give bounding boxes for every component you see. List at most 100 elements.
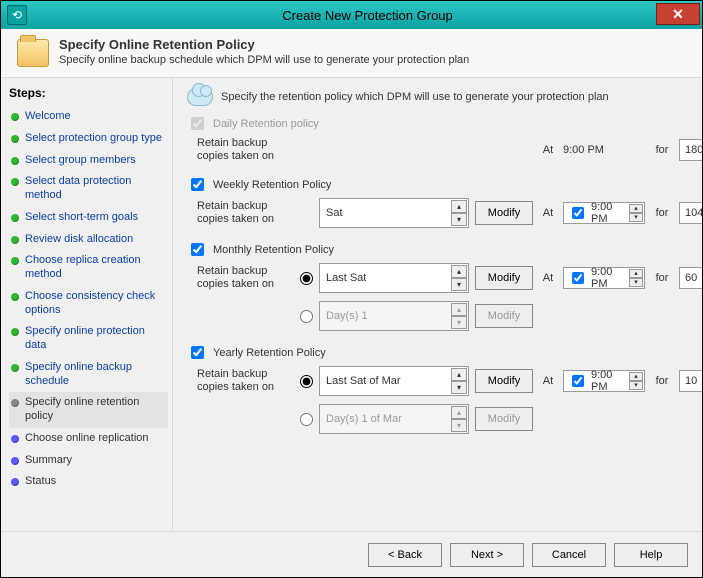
chevron-up-icon[interactable]: ▴ <box>451 303 467 316</box>
step-label: Choose online replication <box>25 432 166 446</box>
step-dot-icon <box>11 178 19 186</box>
chevron-down-icon[interactable]: ▾ <box>629 278 643 287</box>
step-dot-icon <box>11 113 19 121</box>
step-dot-icon <box>11 214 19 222</box>
yearly-opt2-modify-button: Modify <box>475 407 533 431</box>
folder-icon <box>17 39 49 67</box>
step-dot-icon <box>11 457 19 465</box>
monthly-opt2-radio[interactable] <box>300 310 313 323</box>
step-label: Specify online backup schedule <box>25 361 166 389</box>
step-item[interactable]: Specify online protection data <box>9 321 168 357</box>
step-dot-icon <box>11 157 19 165</box>
weekly-label: Weekly Retention Policy <box>213 179 331 191</box>
chevron-down-icon[interactable]: ▾ <box>629 381 643 390</box>
weekly-modify-button[interactable]: Modify <box>475 201 533 225</box>
yearly-retain-label: Retain backup copies taken on <box>197 368 289 394</box>
monthly-value-input[interactable]: 60 ▴▾ <box>679 267 702 289</box>
yearly-opt1-list[interactable]: Last Sat of Mar ▴▾ <box>319 366 469 396</box>
monthly-opt2-list[interactable]: Day(s) 1 ▴▾ <box>319 301 469 331</box>
step-item[interactable]: Select data protection method <box>9 171 168 207</box>
wizard-footer: < Back Next > Cancel Help <box>1 531 702 577</box>
yearly-opt1-modify-button[interactable]: Modify <box>475 369 533 393</box>
yearly-value-input[interactable]: 10 ▴▾ <box>679 370 702 392</box>
chevron-down-icon[interactable]: ▾ <box>451 316 467 329</box>
steps-heading: Steps: <box>9 86 168 100</box>
chevron-up-icon[interactable]: ▴ <box>451 265 467 278</box>
step-item[interactable]: Summary <box>9 450 168 472</box>
monthly-section: Monthly Retention Policy Retain backup c… <box>187 240 688 331</box>
step-item[interactable]: Select group members <box>9 150 168 172</box>
next-button[interactable]: Next > <box>450 543 524 567</box>
step-label: Specify online protection data <box>25 325 166 353</box>
chevron-up-icon[interactable]: ▴ <box>451 406 467 419</box>
monthly-opt2-modify-button: Modify <box>475 304 533 328</box>
monthly-opt1-list[interactable]: Last Sat ▴▾ <box>319 263 469 293</box>
weekly-checkbox[interactable] <box>191 178 204 191</box>
step-item[interactable]: Review disk allocation <box>9 229 168 251</box>
yearly-label: Yearly Retention Policy <box>213 347 326 359</box>
content-area: Specify the retention policy which DPM w… <box>173 78 702 531</box>
monthly-at-label: At <box>539 272 557 284</box>
yearly-checkbox[interactable] <box>191 346 204 359</box>
weekly-value-input[interactable]: 104 ▴▾ <box>679 202 702 224</box>
close-button[interactable]: ✕ <box>656 3 700 25</box>
weekly-section: Weekly Retention Policy Retain backup co… <box>187 175 688 228</box>
weekly-time-input[interactable]: 9:00 PM ▴▾ <box>563 202 645 224</box>
yearly-opt1-radio[interactable] <box>300 375 313 388</box>
step-label: Choose consistency check options <box>25 290 166 318</box>
chevron-down-icon[interactable]: ▾ <box>451 381 467 394</box>
monthly-opt1-modify-button[interactable]: Modify <box>475 266 533 290</box>
chevron-up-icon[interactable]: ▴ <box>451 200 467 213</box>
step-item[interactable]: Choose consistency check options <box>9 286 168 322</box>
chevron-down-icon[interactable]: ▾ <box>629 213 643 222</box>
yearly-opt2-list[interactable]: Day(s) 1 of Mar ▴▾ <box>319 404 469 434</box>
titlebar: ⟲ Create New Protection Group ✕ <box>1 1 702 29</box>
chevron-up-icon[interactable]: ▴ <box>451 368 467 381</box>
step-item[interactable]: Choose replica creation method <box>9 250 168 286</box>
step-label: Review disk allocation <box>25 233 166 247</box>
monthly-check-row: Monthly Retention Policy <box>187 240 688 259</box>
daily-value-input[interactable]: 180 ▴▾ <box>679 139 702 161</box>
step-item[interactable]: Choose online replication <box>9 428 168 450</box>
app-icon: ⟲ <box>7 5 27 25</box>
chevron-down-icon[interactable]: ▾ <box>451 213 467 226</box>
chevron-down-icon[interactable]: ▾ <box>451 419 467 432</box>
weekly-at-label: At <box>539 207 557 219</box>
monthly-checkbox[interactable] <box>191 243 204 256</box>
daily-time: 9:00 PM <box>563 139 645 161</box>
yearly-time-input[interactable]: 9:00 PM ▴▾ <box>563 370 645 392</box>
monthly-time-input[interactable]: 9:00 PM ▴▾ <box>563 267 645 289</box>
step-dot-icon <box>11 435 19 443</box>
help-button[interactable]: Help <box>614 543 688 567</box>
step-item[interactable]: Select short-term goals <box>9 207 168 229</box>
chevron-up-icon[interactable]: ▴ <box>629 204 643 213</box>
monthly-time-checkbox[interactable] <box>572 272 584 284</box>
chevron-down-icon[interactable]: ▾ <box>451 278 467 291</box>
weekly-time-checkbox[interactable] <box>572 207 584 219</box>
chevron-up-icon[interactable]: ▴ <box>629 269 643 278</box>
step-dot-icon <box>11 364 19 372</box>
intro-text: Specify the retention policy which DPM w… <box>221 91 609 103</box>
weekly-check-row: Weekly Retention Policy <box>187 175 688 194</box>
chevron-up-icon[interactable]: ▴ <box>629 372 643 381</box>
weekly-retain-label: Retain backup copies taken on <box>197 200 289 226</box>
step-item[interactable]: Welcome <box>9 106 168 128</box>
step-item[interactable]: Status <box>9 471 168 493</box>
back-button[interactable]: < Back <box>368 543 442 567</box>
yearly-opt2-radio[interactable] <box>300 413 313 426</box>
step-label: Status <box>25 475 166 489</box>
step-label: Select protection group type <box>25 132 166 146</box>
step-label: Specify online retention policy <box>25 396 166 424</box>
yearly-time-checkbox[interactable] <box>572 375 584 387</box>
cancel-button[interactable]: Cancel <box>532 543 606 567</box>
step-label: Select group members <box>25 154 166 168</box>
window-title: Create New Protection Group <box>33 8 702 23</box>
yearly-at-label: At <box>539 375 557 387</box>
weekly-schedule-list[interactable]: Sat ▴▾ <box>319 198 469 228</box>
step-item[interactable]: Specify online backup schedule <box>9 357 168 393</box>
daily-retain-label: Retain backup copies taken on <box>197 137 289 163</box>
step-item[interactable]: Select protection group type <box>9 128 168 150</box>
step-label: Choose replica creation method <box>25 254 166 282</box>
daily-label: Daily Retention policy <box>213 118 319 130</box>
monthly-opt1-radio[interactable] <box>300 272 313 285</box>
